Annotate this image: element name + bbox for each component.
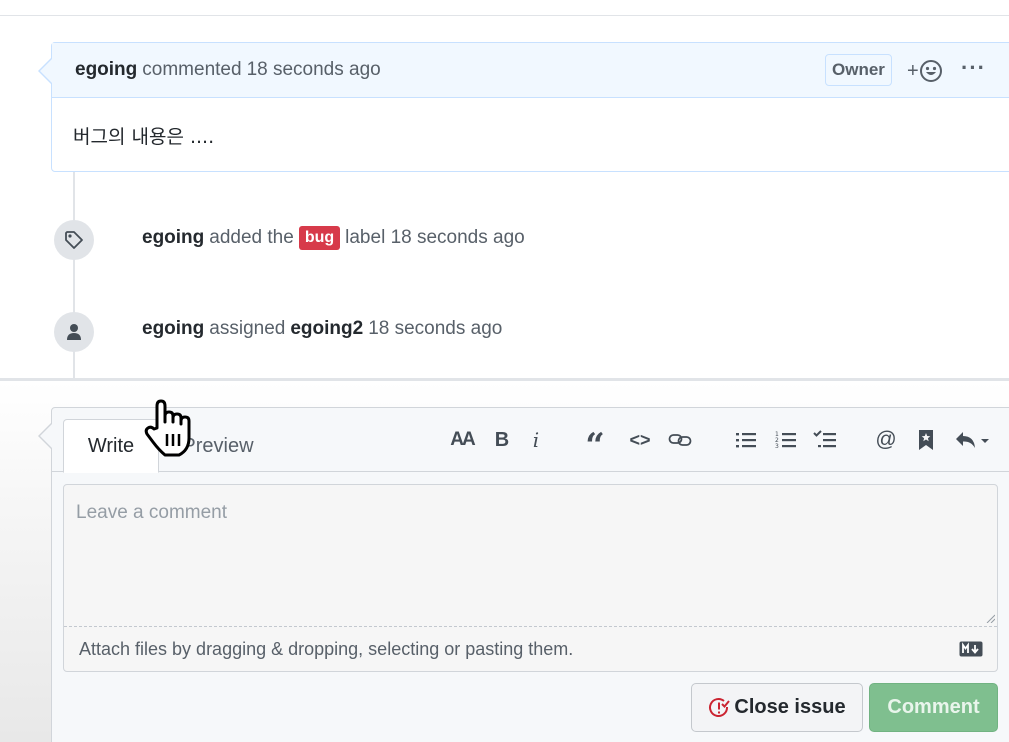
ordered-list-icon: 1 2 3 bbox=[775, 431, 796, 450]
resize-grip-icon[interactable] bbox=[985, 613, 995, 623]
event-suffix: label 18 seconds ago bbox=[345, 227, 525, 248]
person-icon bbox=[67, 324, 81, 340]
editor-pointer-fill bbox=[40, 424, 52, 448]
smiley-icon bbox=[919, 60, 942, 82]
comment-button[interactable]: Comment bbox=[869, 683, 998, 732]
event-action: assigned bbox=[209, 318, 286, 339]
ordered-list-button[interactable]: 1 2 3 bbox=[773, 423, 799, 457]
task-list-button[interactable] bbox=[811, 423, 839, 457]
bookmark-icon bbox=[919, 430, 933, 450]
comment-time[interactable]: 18 seconds ago bbox=[247, 59, 381, 81]
bold-button[interactable]: B bbox=[490, 423, 514, 457]
task-list-icon bbox=[813, 430, 836, 448]
issue-closed-icon bbox=[709, 697, 731, 717]
more-options-button[interactable]: ··· bbox=[961, 55, 985, 83]
close-issue-label: Close issue bbox=[734, 696, 846, 718]
comment-body: 버그의 내용은 .... bbox=[73, 126, 215, 148]
file-attach-bar[interactable]: Attach files by dragging & dropping, sel… bbox=[64, 626, 997, 671]
bug-label[interactable]: bug bbox=[298, 226, 341, 250]
link-icon bbox=[668, 434, 692, 446]
add-reaction-button[interactable]: + bbox=[907, 57, 947, 85]
timeline-event-label: egoing added the bug label 18 seconds ag… bbox=[142, 226, 525, 250]
saved-reply-button[interactable] bbox=[914, 423, 938, 457]
event-assignee[interactable]: egoing2 bbox=[290, 318, 363, 340]
comment-textarea-wrapper: Attach files by dragging & dropping, sel… bbox=[63, 484, 998, 672]
markdown-icon[interactable] bbox=[959, 641, 983, 657]
svg-text:3: 3 bbox=[775, 443, 779, 450]
quote-button[interactable]: “ bbox=[582, 423, 608, 466]
attach-text: Attach files by dragging & dropping, sel… bbox=[79, 638, 574, 659]
italic-button[interactable]: i bbox=[526, 423, 546, 457]
timeline-event-assign: egoing assigned egoing2 18 seconds ago bbox=[142, 318, 502, 340]
plus-label: + bbox=[907, 59, 919, 82]
code-button[interactable]: <> bbox=[626, 423, 654, 457]
comment-author[interactable]: egoing bbox=[75, 59, 137, 81]
link-button[interactable] bbox=[666, 423, 694, 457]
event-actor[interactable]: egoing bbox=[142, 227, 204, 249]
reply-button[interactable] bbox=[953, 423, 993, 457]
close-issue-button[interactable]: Close issue bbox=[691, 683, 863, 732]
hand-cursor-icon bbox=[144, 399, 191, 457]
mention-button[interactable]: @ bbox=[873, 423, 899, 457]
owner-badge: Owner bbox=[825, 54, 892, 86]
top-divider bbox=[0, 15, 1009, 16]
comment-action: commented bbox=[142, 59, 242, 80]
comment-pointer-fill bbox=[40, 59, 52, 83]
tag-icon-badge bbox=[54, 220, 94, 260]
unordered-list-button[interactable] bbox=[733, 423, 759, 457]
event-actor[interactable]: egoing bbox=[142, 318, 204, 340]
comment-header: egoing commented 18 seconds ago Owner + … bbox=[52, 43, 1009, 98]
event-suffix: 18 seconds ago bbox=[368, 318, 503, 339]
person-icon-badge bbox=[54, 312, 94, 352]
tag-icon bbox=[65, 231, 83, 249]
reply-icon bbox=[956, 432, 989, 448]
unordered-list-icon bbox=[736, 433, 756, 448]
event-action: added the bbox=[209, 227, 294, 248]
comment-box: egoing commented 18 seconds ago Owner + … bbox=[51, 42, 1009, 172]
heading-button[interactable]: AA bbox=[447, 423, 477, 457]
comment-textarea[interactable] bbox=[64, 485, 997, 625]
